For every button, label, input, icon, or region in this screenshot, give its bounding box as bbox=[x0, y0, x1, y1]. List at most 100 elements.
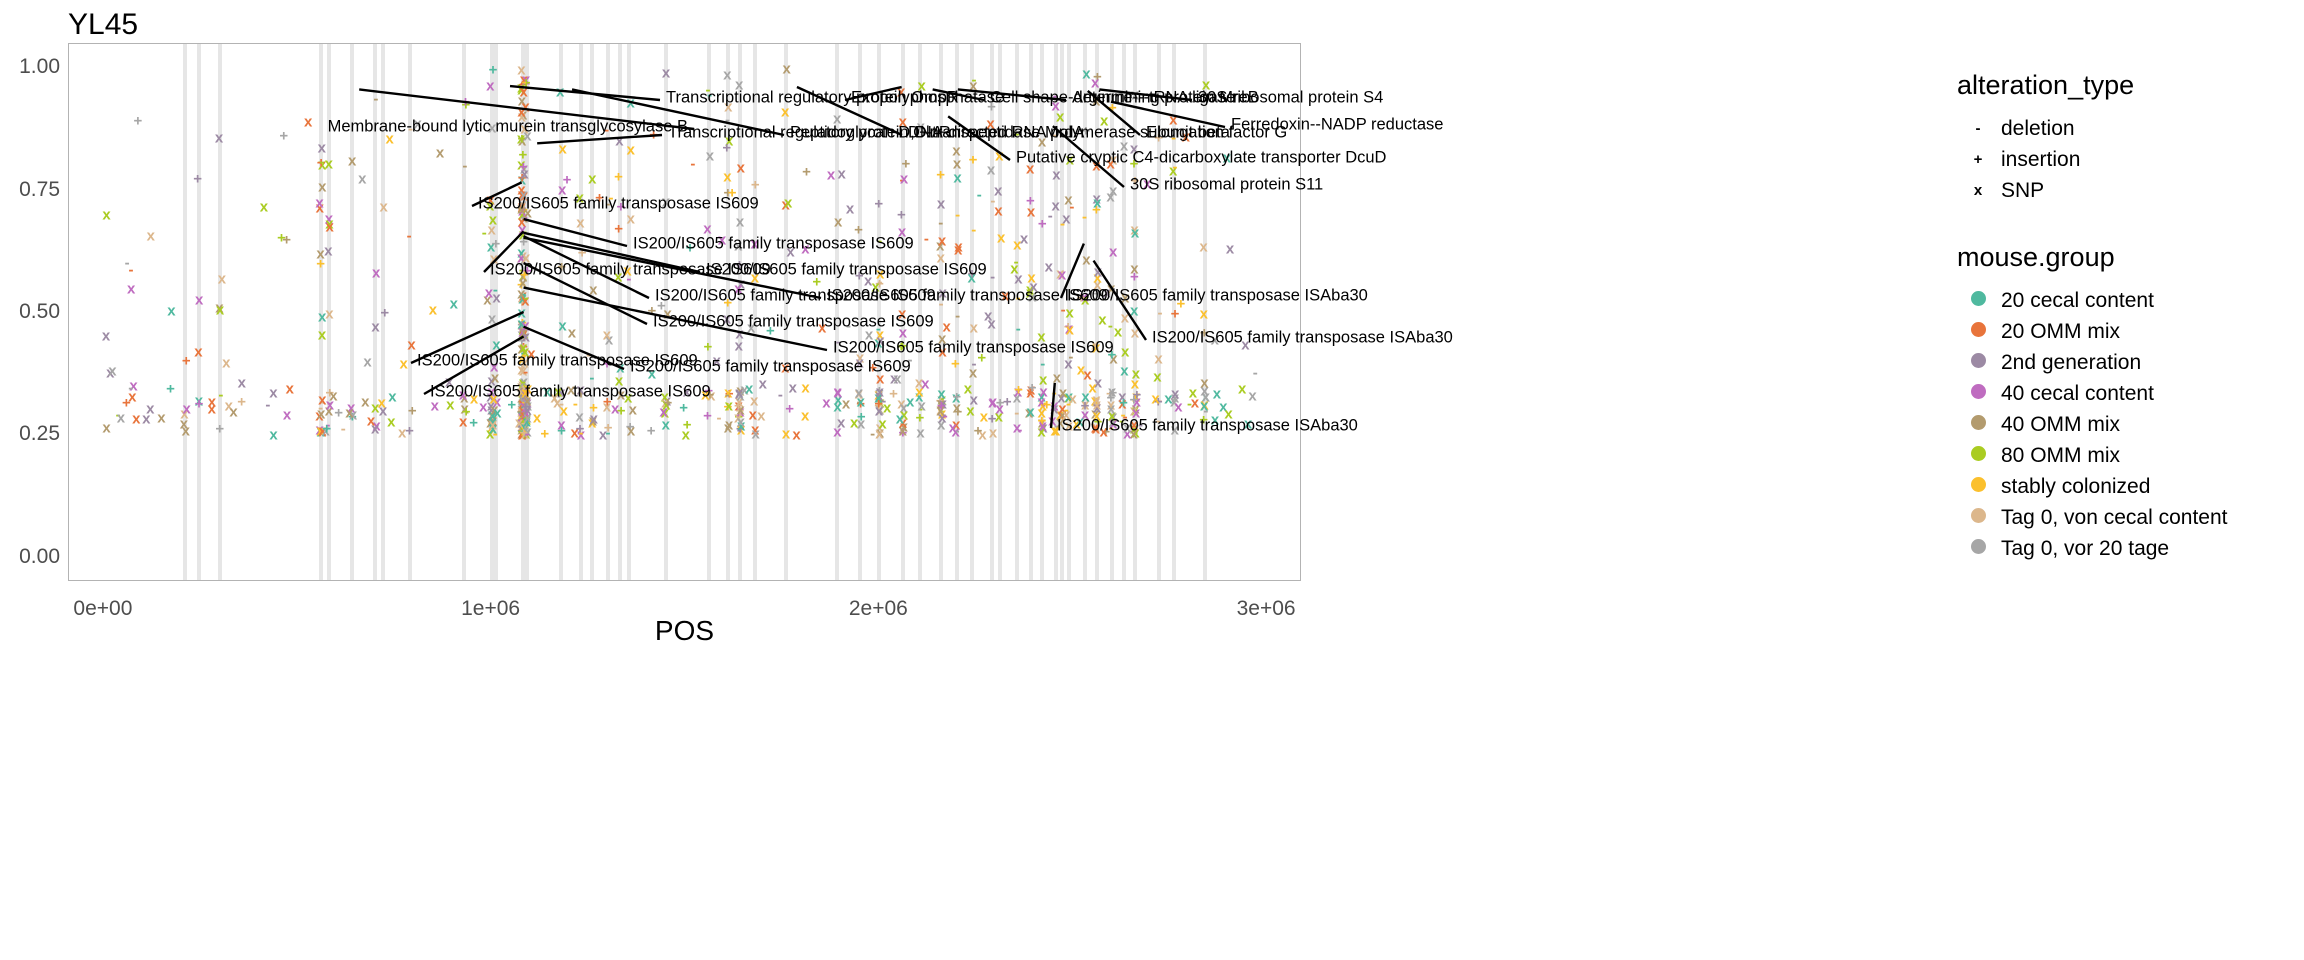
data-point: x bbox=[182, 400, 191, 418]
data-point: x bbox=[1048, 412, 1057, 430]
data-point: x bbox=[588, 170, 597, 188]
data-point: x bbox=[986, 161, 996, 179]
data-point: x bbox=[1120, 362, 1129, 380]
gene-annotation-label: IS200/IS605 family transposase IS609 bbox=[430, 382, 711, 401]
data-point: x bbox=[484, 284, 494, 302]
data-point: x bbox=[834, 213, 843, 231]
data-point: + bbox=[703, 407, 712, 425]
data-point: x bbox=[748, 406, 757, 424]
data-point: x bbox=[194, 343, 203, 361]
data-point: x bbox=[995, 147, 1004, 165]
data-point: - bbox=[128, 379, 134, 397]
data-point: x bbox=[984, 307, 993, 325]
data-point: + bbox=[897, 206, 906, 224]
legend-item[interactable]: 40 OMM mix bbox=[1955, 409, 2304, 440]
data-point: x bbox=[841, 395, 851, 413]
data-point: x bbox=[921, 375, 930, 393]
data-point: x bbox=[836, 414, 846, 432]
data-point: - bbox=[1015, 320, 1021, 338]
data-point: x bbox=[1026, 203, 1036, 221]
data-point: x bbox=[916, 424, 925, 442]
data-point: x bbox=[108, 362, 117, 380]
data-point: x bbox=[1082, 65, 1091, 83]
data-point: x bbox=[705, 147, 715, 165]
data-point: x bbox=[214, 129, 224, 147]
legend-item[interactable]: 20 cecal content bbox=[1955, 285, 2304, 316]
gene-annotation-label: IS200/IS605 family transposase ISAba30 bbox=[1067, 286, 1368, 305]
data-point: x bbox=[372, 264, 381, 282]
legend-item[interactable]: x SNP bbox=[1955, 175, 2304, 206]
legend-item[interactable]: stably colonized bbox=[1955, 471, 2304, 502]
data-point: + bbox=[405, 422, 414, 440]
data-point: x bbox=[978, 426, 987, 444]
data-point: - bbox=[955, 307, 961, 325]
data-point: x bbox=[659, 403, 668, 421]
data-point: x bbox=[1065, 321, 1074, 339]
data-point: x bbox=[626, 210, 636, 228]
legend-item[interactable]: - deletion bbox=[1955, 113, 2304, 144]
data-point: + bbox=[194, 395, 204, 413]
data-point: + bbox=[968, 151, 978, 169]
data-point: x bbox=[397, 424, 407, 442]
data-point: x bbox=[905, 393, 915, 411]
data-point: x bbox=[101, 327, 111, 345]
legend-item[interactable]: Tag 0, vor 20 tage bbox=[1955, 533, 2304, 564]
data-point: x bbox=[788, 379, 797, 397]
legend-item[interactable]: 20 OMM mix bbox=[1955, 316, 2304, 347]
data-point: x bbox=[576, 214, 585, 232]
data-point: x bbox=[363, 353, 372, 371]
legend-color-swatch bbox=[1955, 353, 2001, 372]
data-point: x bbox=[1019, 230, 1029, 248]
gridline bbox=[196, 44, 201, 580]
data-point: x bbox=[1164, 390, 1173, 408]
data-point: x bbox=[1062, 210, 1071, 228]
data-point: x bbox=[845, 200, 855, 218]
data-point: + bbox=[519, 424, 528, 442]
data-point: x bbox=[479, 398, 488, 416]
data-point: x bbox=[259, 198, 269, 216]
data-point: x bbox=[492, 336, 501, 354]
y-axis: 0.00 0.25 0.50 0.75 1.00 bbox=[0, 43, 60, 581]
plot-root: YL45 0.00 0.25 0.50 0.75 1.00 x + x x x x + + x - x x x -… bbox=[0, 0, 2304, 960]
legend-color-swatch bbox=[1955, 384, 2001, 403]
legend-item[interactable]: 2nd generation bbox=[1955, 347, 2304, 378]
data-point: x bbox=[948, 419, 957, 437]
data-point: + bbox=[488, 61, 498, 79]
data-point: x bbox=[486, 77, 495, 95]
data-point: x bbox=[724, 416, 734, 434]
data-point: - bbox=[521, 73, 527, 91]
legend-item[interactable]: 40 cecal content bbox=[1955, 378, 2304, 409]
data-point: x bbox=[801, 379, 810, 397]
data-point: x bbox=[325, 305, 334, 323]
data-point: + bbox=[802, 163, 811, 181]
data-point: x bbox=[1121, 343, 1130, 361]
data-point: x bbox=[1154, 350, 1163, 368]
data-point: x bbox=[142, 410, 151, 428]
legend-item[interactable]: Tag 0, von cecal content bbox=[1955, 502, 2304, 533]
data-point: + bbox=[334, 404, 343, 422]
data-point: x bbox=[628, 401, 637, 419]
data-point: - bbox=[218, 386, 224, 404]
legend-item[interactable]: + insertion bbox=[1955, 144, 2304, 175]
data-point: x bbox=[850, 414, 859, 432]
data-point: - bbox=[340, 420, 346, 438]
data-point: x bbox=[1064, 355, 1073, 373]
legend-color-swatch bbox=[1955, 415, 2001, 434]
legend-dot-icon bbox=[1970, 353, 1986, 368]
data-point: + bbox=[703, 338, 713, 356]
legend-shape-glyph: x bbox=[1973, 182, 1983, 199]
data-point: x bbox=[723, 168, 732, 186]
data-point: - bbox=[1040, 355, 1046, 373]
data-point: x bbox=[1076, 361, 1086, 379]
data-point: x bbox=[518, 221, 527, 239]
data-point: x bbox=[345, 404, 354, 422]
data-point: x bbox=[1174, 398, 1183, 416]
data-point: + bbox=[1037, 215, 1047, 233]
legend-dot-icon bbox=[1970, 384, 1986, 399]
x-axis-title: POS bbox=[654, 615, 715, 646]
data-point: x bbox=[558, 140, 567, 158]
y-axis-tick-label: 1.00 bbox=[19, 55, 60, 79]
data-point: x bbox=[589, 410, 598, 428]
legend-item[interactable]: 80 OMM mix bbox=[1955, 440, 2304, 471]
data-point: x bbox=[751, 425, 760, 443]
